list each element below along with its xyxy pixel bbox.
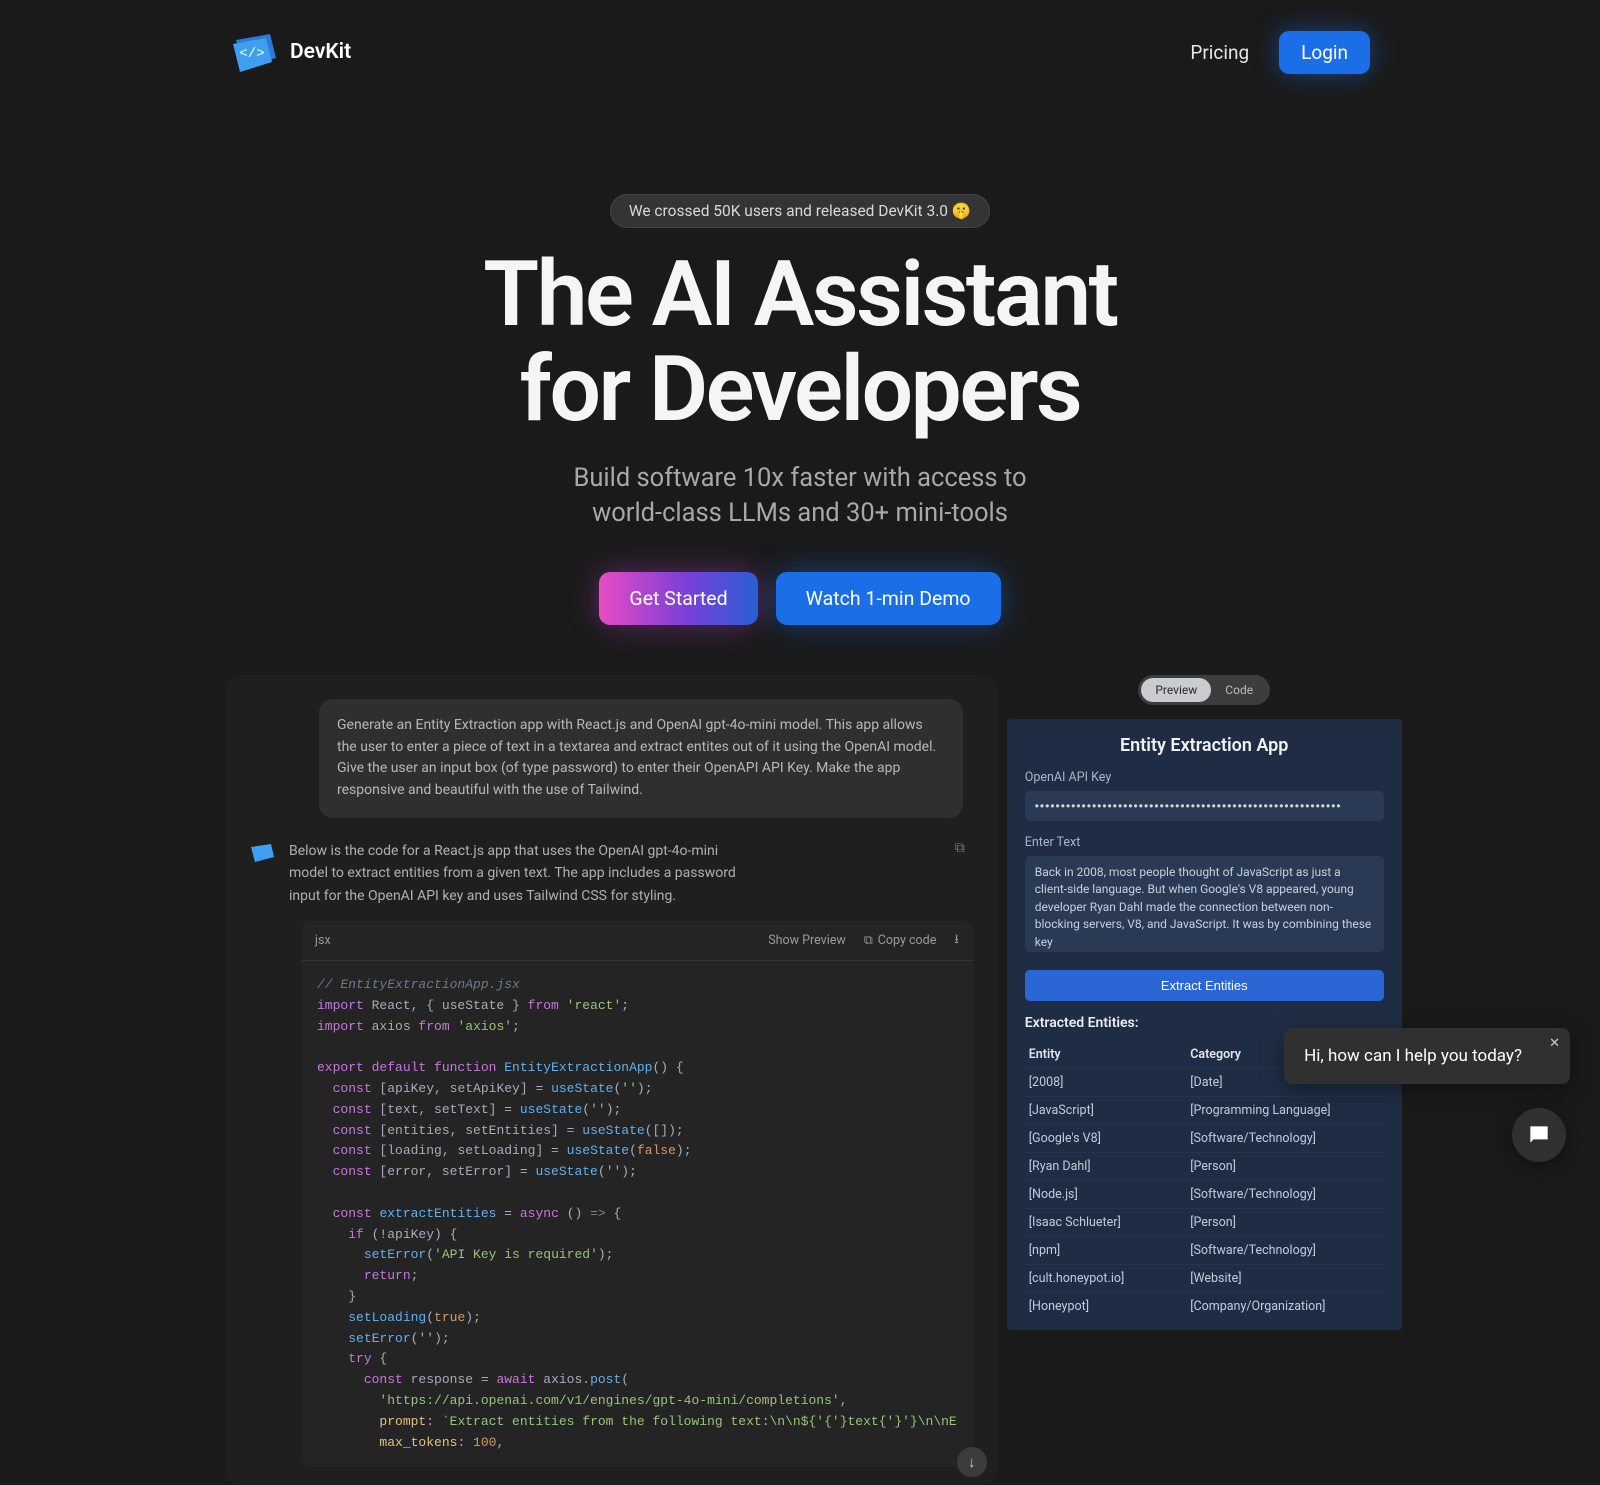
api-key-input[interactable] (1025, 791, 1384, 821)
category-cell: [Programming Language] (1190, 1103, 1380, 1118)
code-language-label: jsx (315, 933, 331, 948)
brand[interactable]: </> DevKit (230, 30, 351, 74)
pricing-link[interactable]: Pricing (1190, 41, 1249, 64)
hero-subtitle-line2: world-class LLMs and 30+ mini-tools (573, 496, 1026, 530)
copy-message-icon[interactable]: ⧉ (955, 840, 965, 856)
api-key-label: OpenAI API Key (1025, 770, 1384, 785)
table-row: [Google's V8][Software/Technology] (1025, 1124, 1384, 1152)
chat-icon (1526, 1122, 1552, 1148)
entity-cell: [cult.honeypot.io] (1029, 1271, 1190, 1286)
hero-subtitle-line1: Build software 10x faster with access to (573, 461, 1026, 495)
entity-cell: [Google's V8] (1029, 1131, 1190, 1146)
extract-entities-button[interactable]: Extract Entities (1025, 970, 1384, 1001)
chat-help-bubble: ✕ Hi, how can I help you today? (1284, 1028, 1570, 1084)
entity-cell: [2008] (1029, 1075, 1190, 1090)
header: </> DevKit Pricing Login (0, 0, 1600, 104)
show-preview-button[interactable]: Show Preview (768, 933, 846, 948)
cta-row: Get Started Watch 1-min Demo (599, 572, 1000, 625)
brand-logo-icon: </> (230, 30, 278, 74)
category-cell: [Software/Technology] (1190, 1131, 1380, 1146)
brand-name: DevKit (290, 40, 351, 64)
col-entity: Entity (1029, 1047, 1190, 1062)
category-cell: [Website] (1190, 1271, 1380, 1286)
entity-cell: [Ryan Dahl] (1029, 1159, 1190, 1174)
preview-tab[interactable]: Preview (1141, 678, 1211, 702)
copy-code-button[interactable]: ⧉ Copy code (864, 933, 937, 948)
table-row: [Honeypot][Company/Organization] (1025, 1292, 1384, 1320)
get-started-button[interactable]: Get Started (599, 572, 757, 625)
download-code-icon[interactable]: ⭳ (954, 930, 958, 951)
watch-demo-button[interactable]: Watch 1-min Demo (776, 572, 1001, 625)
close-icon[interactable]: ✕ (1549, 1036, 1560, 1051)
text-label: Enter Text (1025, 835, 1384, 850)
category-cell: [Company/Organization] (1190, 1299, 1380, 1314)
chat-panel: Generate an Entity Extraction app with R… (225, 675, 997, 1485)
code-tab[interactable]: Code (1211, 678, 1267, 702)
hero-title-line2: for Developers (483, 343, 1116, 438)
code-body: // EntityExtractionApp.jsx import React,… (301, 961, 973, 1467)
hero-title: The AI Assistant for Developers (483, 248, 1116, 437)
entity-cell: [npm] (1029, 1243, 1190, 1258)
app-preview: Entity Extraction App OpenAI API Key Ent… (1007, 719, 1402, 1330)
nav-right: Pricing Login (1190, 31, 1370, 74)
assistant-message: Below is the code for a React.js app tha… (249, 840, 973, 907)
table-row: [Node.js][Software/Technology] (1025, 1180, 1384, 1208)
hero: We crossed 50K users and released DevKit… (0, 104, 1600, 1485)
table-row: [JavaScript][Programming Language] (1025, 1096, 1384, 1124)
chat-fab-button[interactable] (1512, 1108, 1566, 1162)
code-card: jsx Show Preview ⧉ Copy code ⭳ // Entity… (301, 921, 973, 1467)
scroll-down-button[interactable]: ↓ (957, 1447, 987, 1477)
category-cell: [Person] (1190, 1215, 1380, 1230)
hero-subtitle: Build software 10x faster with access to… (573, 461, 1026, 530)
text-input[interactable] (1025, 856, 1384, 952)
login-button[interactable]: Login (1279, 31, 1370, 74)
assistant-avatar-icon (249, 842, 275, 864)
assistant-text: Below is the code for a React.js app tha… (289, 840, 749, 907)
svg-text:</>: </> (239, 46, 264, 62)
table-row: [Isaac Schlueter][Person] (1025, 1208, 1384, 1236)
hero-title-line1: The AI Assistant (483, 248, 1116, 343)
table-row: [Ryan Dahl][Person] (1025, 1152, 1384, 1180)
table-row: [npm][Software/Technology] (1025, 1236, 1384, 1264)
announcement-pill[interactable]: We crossed 50K users and released DevKit… (610, 194, 990, 228)
entity-cell: [Honeypot] (1029, 1299, 1190, 1314)
entity-cell: [Isaac Schlueter] (1029, 1215, 1190, 1230)
entity-cell: [JavaScript] (1029, 1103, 1190, 1118)
category-cell: [Software/Technology] (1190, 1243, 1380, 1258)
code-header: jsx Show Preview ⧉ Copy code ⭳ (301, 921, 973, 961)
user-message: Generate an Entity Extraction app with R… (319, 699, 963, 818)
app-title: Entity Extraction App (1025, 735, 1384, 756)
copy-icon: ⧉ (864, 933, 873, 948)
preview-code-toggle: Preview Code (1138, 675, 1270, 705)
chat-help-text: Hi, how can I help you today? (1304, 1046, 1522, 1066)
table-row: [cult.honeypot.io][Website] (1025, 1264, 1384, 1292)
category-cell: [Person] (1190, 1159, 1380, 1174)
